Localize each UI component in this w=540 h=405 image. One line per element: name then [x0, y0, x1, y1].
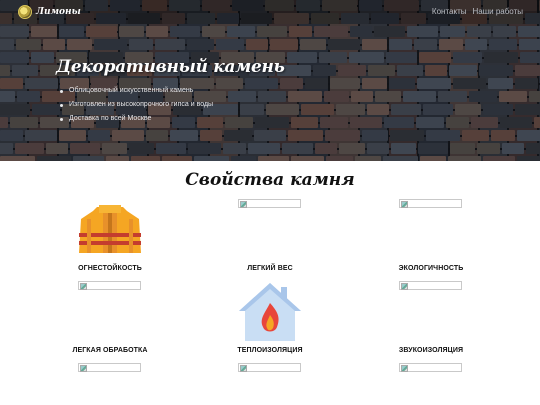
hero-banner: Лимоны Контакты Наши работы Декоративный…: [0, 0, 540, 161]
bullet-dot-icon: [60, 117, 63, 121]
broken-image-icon: [238, 199, 301, 208]
bullet-dot-icon: [60, 89, 63, 93]
nav-link-our-works[interactable]: Наши работы: [472, 7, 523, 16]
hero-bullet: Облицовочный искусственный камень: [60, 84, 213, 98]
feature-label-fire-resistance: ОГНЕСТОЙКОСТЬ: [78, 265, 142, 272]
fire-suit-icon: [79, 205, 141, 253]
broken-image-icon: [399, 281, 462, 290]
hero-bullet: Изготовлен из высокопрочного гипса и вод…: [60, 98, 213, 112]
hero-bullet-text: Облицовочный искусственный камень: [69, 87, 194, 94]
broken-image-icon: [399, 199, 462, 208]
hero-bullet: Доставка по всей Москве: [60, 112, 213, 126]
bullet-dot-icon: [60, 103, 63, 107]
brick-wall-background: [0, 0, 540, 161]
brand-logo[interactable]: Лимоны: [18, 5, 81, 19]
hero-title: Декоративный камень: [56, 57, 285, 77]
hero-bullet-list: Облицовочный искусственный камень Изгото…: [60, 84, 213, 126]
broken-image-icon: [238, 363, 301, 372]
lemon-logo-icon: [18, 5, 32, 19]
properties-title: Свойства камня: [185, 170, 355, 190]
broken-image-icon: [399, 363, 462, 372]
feature-label-easy-processing: ЛЕГКАЯ ОБРАБОТКА: [72, 347, 148, 354]
house-fire-icon: [239, 283, 301, 341]
navbar: Лимоны Контакты Наши работы: [0, 0, 540, 24]
feature-label-thermal-insulation: ТЕПЛОИЗОЛЯЦИЯ: [237, 347, 303, 354]
feature-label-eco: ЭКОЛОГИЧНОСТЬ: [398, 265, 464, 272]
feature-label-sound-insulation: ЗВУКОИЗОЛЯЦИЯ: [398, 347, 464, 354]
brand-name: Лимоны: [36, 7, 81, 17]
feature-label-light-weight: ЛЕГКИЙ ВЕС: [247, 265, 293, 272]
broken-image-icon: [78, 363, 141, 372]
broken-image-icon: [78, 281, 141, 290]
hero-bullet-text: Доставка по всей Москве: [69, 115, 152, 122]
hero-bullet-text: Изготовлен из высокопрочного гипса и вод…: [69, 101, 214, 108]
nav-link-contacts[interactable]: Контакты: [432, 7, 467, 16]
nav-links: Контакты Наши работы: [432, 7, 523, 16]
